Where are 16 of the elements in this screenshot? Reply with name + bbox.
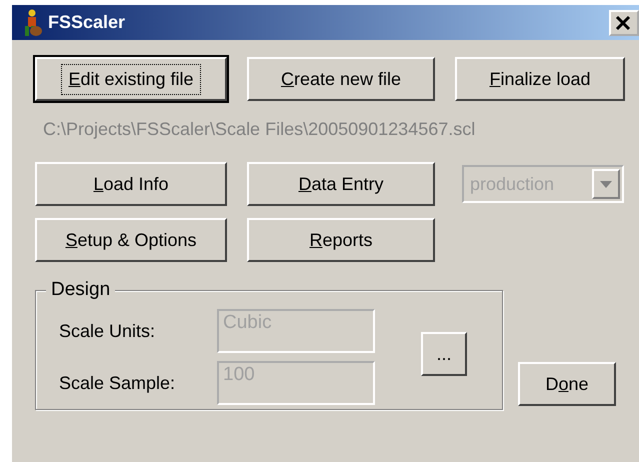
field-label: Scale Units:	[59, 320, 156, 342]
toolbar-button[interactable]: Create new file	[247, 57, 435, 101]
browse-button[interactable]: ...	[421, 332, 467, 376]
toolbar-button[interactable]: Finalize load	[455, 57, 625, 101]
reports-button[interactable]: Reports	[247, 218, 435, 262]
toolbar-button[interactable]: Edit existing file	[35, 57, 227, 101]
window-title: FSScaler	[48, 12, 126, 33]
load-info-button[interactable]: Load Info	[35, 162, 227, 206]
done-button[interactable]: Done	[518, 362, 616, 406]
close-button[interactable]	[609, 10, 639, 36]
data-entry-button[interactable]: Data Entry	[247, 162, 435, 206]
file-path: C:\Projects\FSScaler\Scale Files\20050901234567.scl	[43, 119, 476, 140]
setup-options-button[interactable]: Setup & Options	[35, 218, 227, 262]
group-title: Design	[46, 279, 116, 301]
close-icon	[615, 14, 631, 30]
field-label: Scale Sample:	[59, 372, 176, 394]
